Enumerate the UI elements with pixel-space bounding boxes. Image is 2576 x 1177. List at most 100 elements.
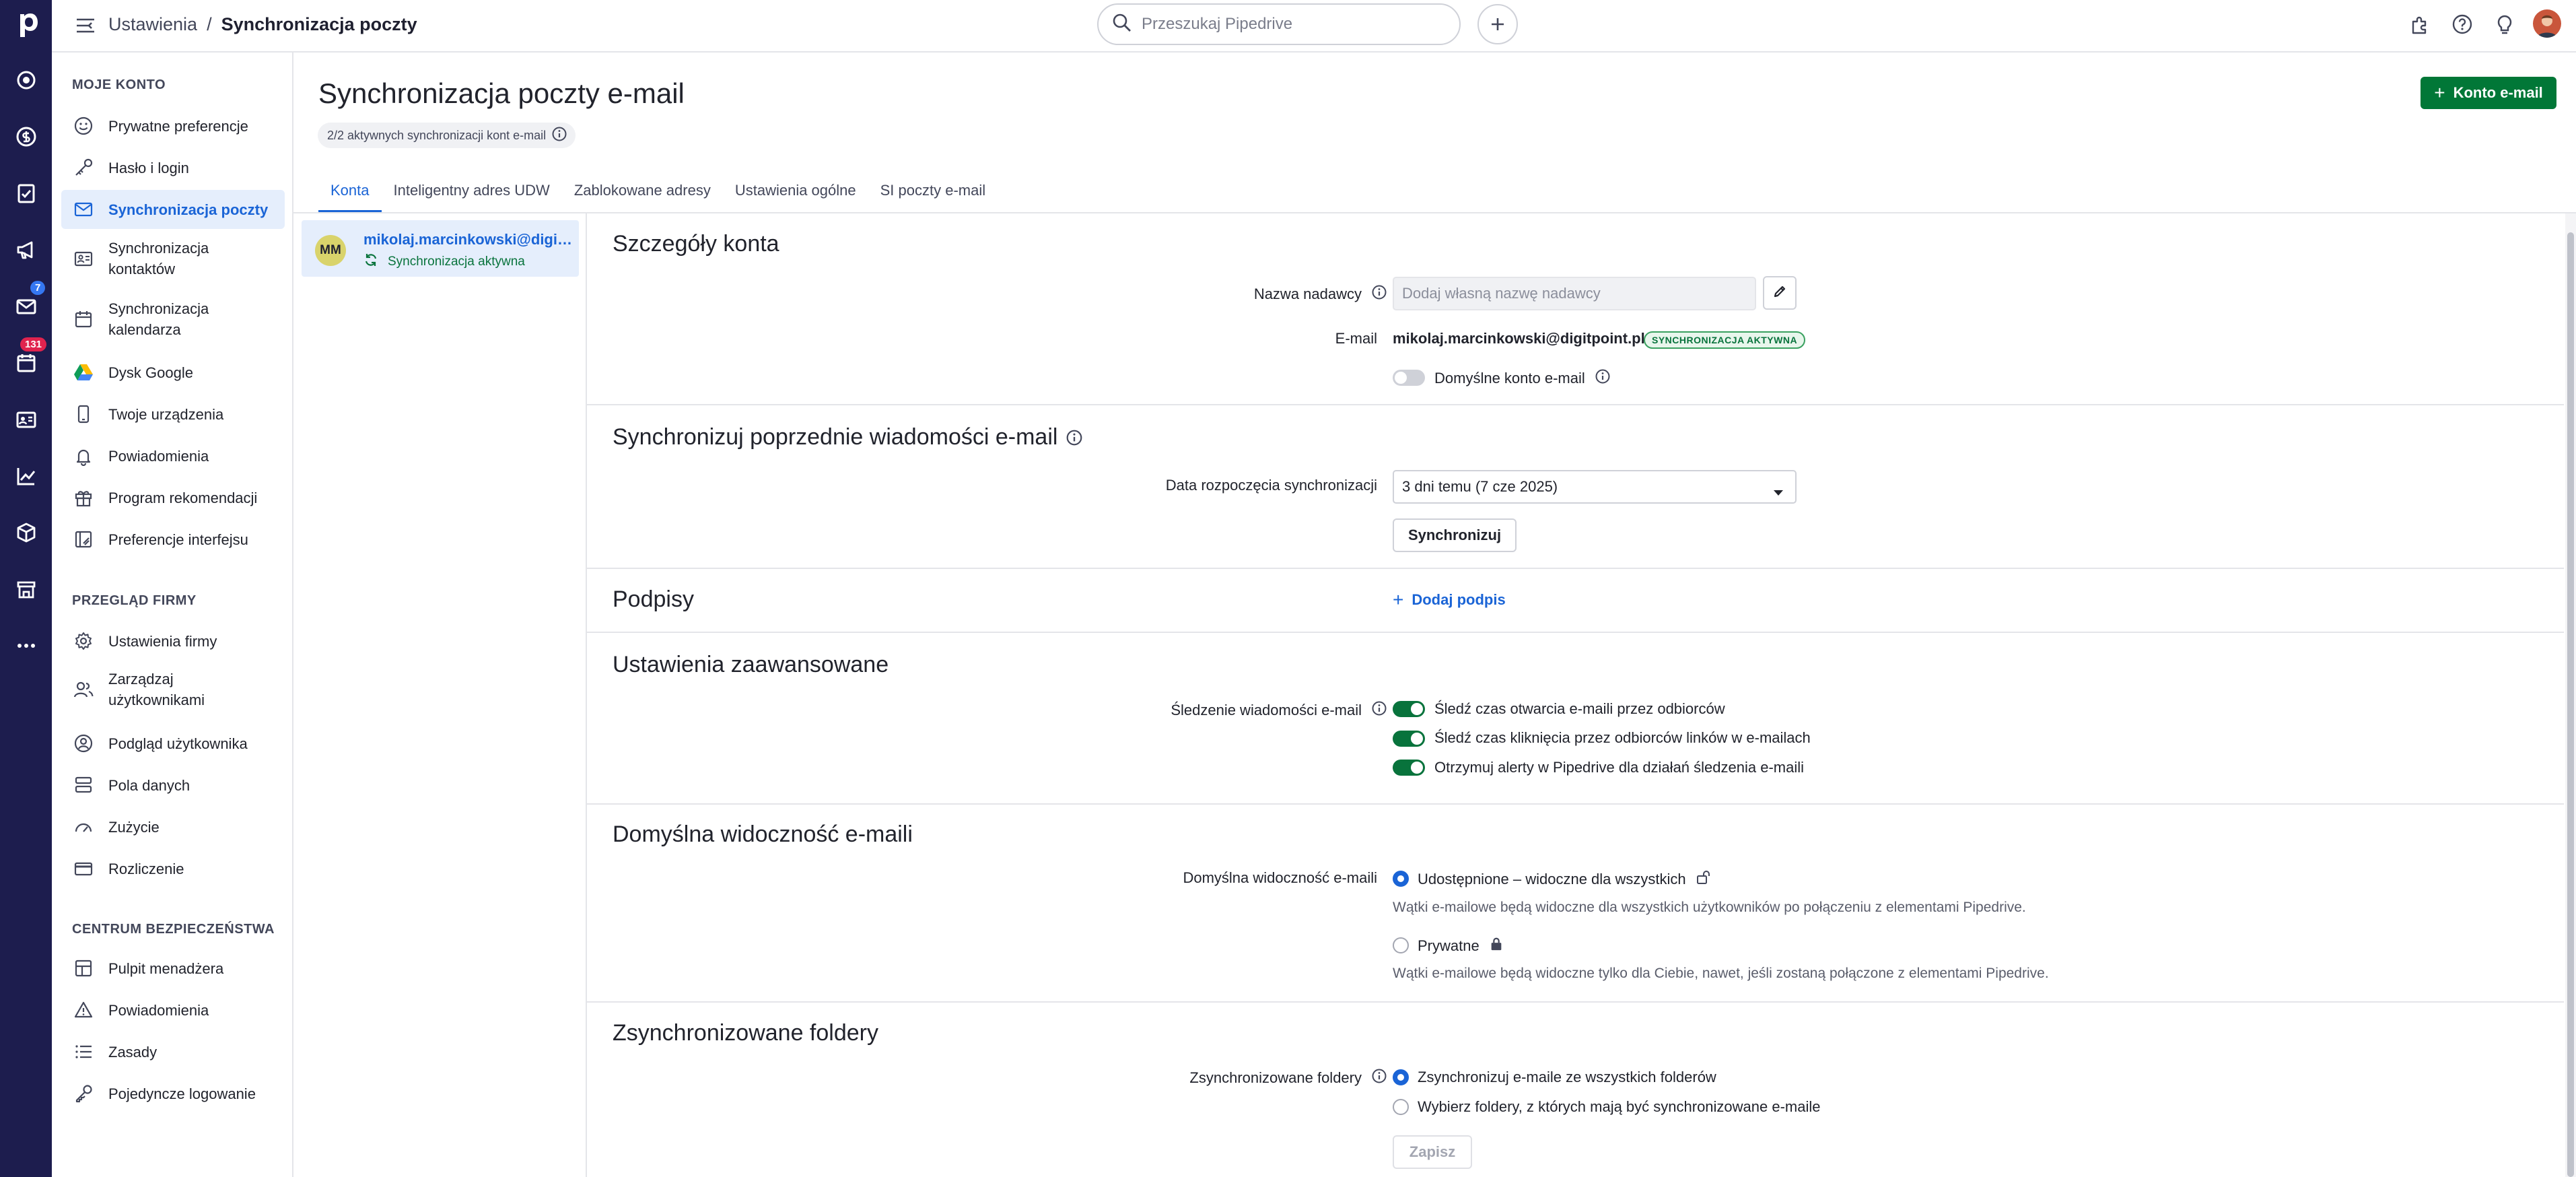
sidebar-item-security-alerts[interactable]: Powiadomienia (61, 990, 285, 1030)
plus-icon: + (2434, 82, 2445, 103)
info-icon[interactable] (1371, 700, 1387, 720)
folders-label-text: Zsynchronizowane foldery (1189, 1069, 1362, 1086)
info-icon[interactable] (1066, 429, 1083, 446)
track-opens-toggle[interactable] (1393, 701, 1425, 717)
more-icon[interactable] (0, 622, 52, 669)
quick-add-button[interactable] (1477, 4, 1518, 44)
sidebar-item-label: Ustawienia firmy (108, 632, 217, 650)
signatures-title: Podpisy (613, 586, 694, 612)
details-scrollbar-thumb[interactable] (2567, 232, 2574, 1177)
sync-history-title-row: Synchronizuj poprzednie wiadomości e-mai… (613, 424, 1083, 450)
sidebar-item-label: Zasady (108, 1043, 158, 1061)
calendar-icon (72, 308, 95, 331)
tab-email-ai[interactable]: SI poczty e-mail (868, 176, 998, 213)
campaigns-icon[interactable] (0, 226, 52, 273)
sidebar-item-calendar-sync[interactable]: Synchronizacja kalendarza (61, 292, 285, 346)
sidebar-item-label: Synchronizacja kontaktów (108, 240, 209, 277)
sidebar-item-notifications[interactable]: Powiadomienia (61, 436, 285, 475)
sidebar-item-email-sync[interactable]: Synchronizacja poczty (61, 190, 285, 229)
sidebar-item-sso[interactable]: Pojedyncze logowanie (61, 1074, 285, 1113)
info-icon[interactable] (1371, 284, 1387, 304)
breadcrumb-settings-link[interactable]: Ustawienia (108, 14, 197, 35)
sidebar-item-google-drive[interactable]: Dysk Google (61, 353, 285, 392)
breadcrumb: Ustawienia / Synchronizacja poczty (108, 0, 417, 48)
visibility-private-label: Prywatne (1418, 937, 1480, 954)
collapse-menu-icon[interactable] (72, 12, 99, 39)
track-clicks-toggle[interactable] (1393, 731, 1425, 747)
sidebar-item-referral[interactable]: Program rekomendacji (61, 478, 285, 517)
visibility-private-radio[interactable] (1393, 937, 1409, 953)
sidebar-item-billing[interactable]: Rozliczenie (61, 849, 285, 888)
accounts-list: MM mikolaj.marcinkowski@digitpoint.pl Sy… (293, 213, 587, 1177)
sidebar-item-company-settings[interactable]: Ustawienia firmy (61, 621, 285, 661)
dashboard-icon (72, 957, 95, 980)
extensions-icon[interactable] (2406, 10, 2434, 38)
tips-icon[interactable] (2491, 10, 2519, 38)
sidebar-item-data-fields[interactable]: Pola danych (61, 766, 285, 805)
sidebar-item-devices[interactable]: Twoje urządzenia (61, 395, 285, 434)
sidebar-item-interface-preferences[interactable]: Preferencje interfejsu (61, 520, 285, 559)
tasks-icon[interactable] (0, 170, 52, 217)
account-details-title: Szczegóły konta (613, 231, 779, 257)
pencil-icon (1772, 284, 1787, 302)
sync-start-date-select[interactable]: 3 dni temu (7 cze 2025) (1393, 470, 1797, 504)
sidebar-item-usage[interactable]: Zużycie (61, 807, 285, 846)
tracking-alerts-toggle[interactable] (1393, 760, 1425, 776)
tab-accounts[interactable]: Konta (318, 176, 382, 213)
sidebar-item-user-view[interactable]: Podgląd użytkownika (61, 724, 285, 763)
sidebar-item-label: Synchronizacja poczty (108, 201, 269, 218)
folders-choose-radio[interactable] (1393, 1099, 1409, 1115)
default-account-toggle[interactable] (1393, 370, 1425, 386)
info-icon[interactable] (1371, 1068, 1387, 1088)
visibility-private-hint: Wątki e-mailowe będą widoczne tylko dla … (1393, 966, 2049, 981)
sidebar-item-label: Pojedyncze logowanie (108, 1085, 256, 1102)
products-icon[interactable] (0, 509, 52, 556)
contacts-icon[interactable] (0, 396, 52, 443)
sidebar-item-label: Program rekomendacji (108, 489, 258, 506)
tab-smart-bcc[interactable]: Inteligentny adres UDW (382, 176, 562, 213)
section-divider (587, 404, 2564, 405)
tab-blocked-addresses[interactable]: Zablokowane adresy (562, 176, 723, 213)
deals-icon[interactable] (0, 113, 52, 160)
sidebar-item-manager-dashboard[interactable]: Pulpit menadżera (61, 949, 285, 988)
search-icon (1112, 13, 1132, 36)
sync-button[interactable]: Synchronizuj (1393, 518, 1517, 552)
user-avatar[interactable] (2533, 9, 2561, 38)
folders-all-radio[interactable] (1393, 1069, 1409, 1085)
tracking-alerts-label: Otrzymuj alerty w Pipedrive dla działań … (1434, 759, 1805, 776)
info-icon[interactable] (551, 126, 567, 145)
account-item[interactable]: MM mikolaj.marcinkowski@digitpoint.pl Sy… (302, 220, 579, 277)
sidebar-item-policies[interactable]: Zasady (61, 1032, 285, 1071)
add-email-account-button[interactable]: + Konto e-mail (2421, 77, 2556, 109)
help-icon[interactable] (2448, 10, 2476, 38)
add-signature-link[interactable]: + Dodaj podpis (1393, 589, 1506, 611)
mail-badge: 7 (30, 281, 46, 295)
folders-all-label: Zsynchronizuj e-maile ze wszystkich fold… (1418, 1069, 1716, 1085)
leads-icon[interactable] (0, 57, 52, 104)
sidebar-item-password-login[interactable]: Hasło i login (61, 148, 285, 187)
tab-general-settings[interactable]: Ustawienia ogólne (723, 176, 868, 213)
save-button[interactable]: Zapisz (1393, 1135, 1472, 1169)
marketplace-icon[interactable] (0, 566, 52, 613)
sidebar-item-label: Powiadomienia (108, 1001, 209, 1019)
insights-icon[interactable] (0, 452, 52, 500)
sidebar-item-manage-users[interactable]: Zarządzaj użytkownikami (61, 663, 285, 716)
sidebar-item-private-preferences[interactable]: Prywatne preferencje (61, 106, 285, 145)
search-input[interactable] (1142, 15, 1438, 34)
sso-key-icon (72, 1082, 95, 1105)
search-box[interactable] (1097, 3, 1461, 45)
sidebar-item-label: Preferencje interfejsu (108, 531, 248, 548)
sync-count-badge: 2/2 aktywnych synchronizacji kont e-mail (318, 123, 576, 148)
info-icon[interactable] (1595, 368, 1611, 389)
phone-icon (72, 403, 95, 426)
sync-active-badge: SYNCHRONIZACJA AKTYWNA (1644, 331, 1806, 349)
default-account-label: Domyślne konto e-mail (1434, 370, 1585, 386)
section-my-account: MOJE KONTO (72, 77, 166, 92)
edit-sender-button[interactable] (1763, 276, 1797, 310)
sync-start-date-label: Data rozpoczęcia synchronizacji (1165, 477, 1377, 494)
visibility-shared-radio[interactable] (1393, 871, 1409, 887)
warning-icon (72, 999, 95, 1021)
sender-name-input[interactable] (1393, 277, 1756, 310)
pipedrive-logo[interactable] (9, 6, 42, 41)
sidebar-item-contacts-sync[interactable]: Synchronizacja kontaktów (61, 232, 285, 285)
